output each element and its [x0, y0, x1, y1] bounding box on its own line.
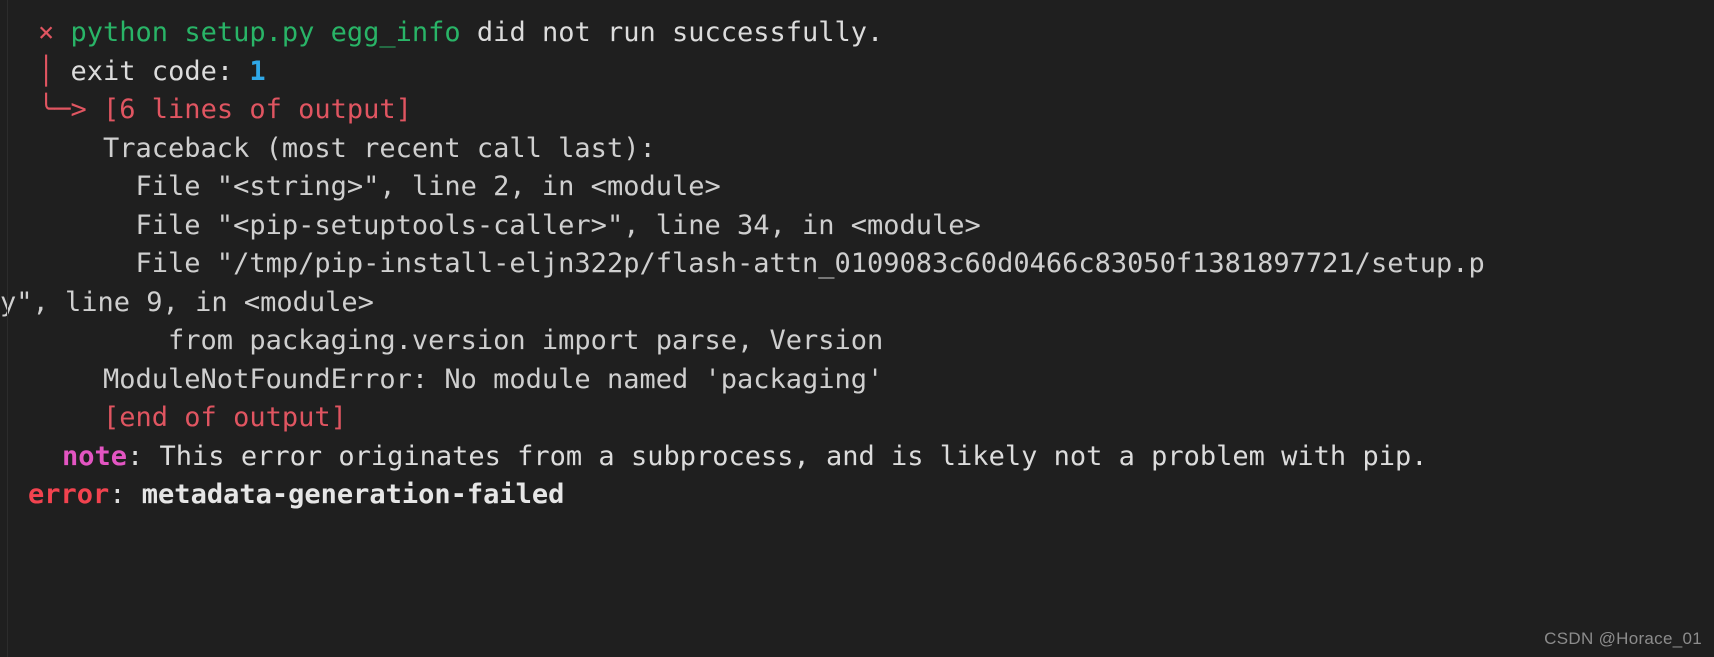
output-line-error: error: metadata-generation-failed: [0, 476, 1714, 515]
vertical-bar-icon: │: [38, 55, 55, 87]
traceback-frame-string: File "<string>", line 2, in <module>: [38, 171, 721, 202]
terminal-output-pane: × python setup.py egg_info did not run s…: [0, 0, 1714, 657]
traceback-source-line: from packaging.version import parse, Ver…: [38, 325, 884, 356]
output-line-lines-of-output: ╰─> [6 lines of output]: [0, 91, 1714, 130]
lines-of-output-label: [6 lines of output]: [103, 94, 412, 125]
end-of-output-label: [end of output]: [38, 402, 347, 433]
error-text: metadata-generation-failed: [141, 479, 565, 510]
csdn-watermark: CSDN @Horace_01: [1544, 629, 1702, 648]
failed-command-message: did not run successfully.: [460, 17, 884, 48]
error-separator: :: [109, 479, 142, 510]
exit-code-value: 1: [249, 55, 266, 87]
traceback-frame-setuptools-caller: File "<pip-setuptools-caller>", line 34,…: [38, 209, 981, 241]
output-line-note: note: This error originates from a subpr…: [0, 438, 1714, 477]
note-text: : This error originates from a subproces…: [127, 440, 1428, 472]
traceback-frame-setup-py-wrap: y", line 9, in <module>: [0, 286, 374, 318]
error-label: error: [28, 479, 110, 510]
output-line-command-failed: × python setup.py egg_info did not run s…: [0, 14, 1714, 53]
traceback-header: Traceback (most recent call last):: [38, 132, 656, 164]
traceback-exception-message: ModuleNotFoundError: No module named 'pa…: [38, 363, 884, 395]
traceback-frame-setup-py: File "/tmp/pip-install-eljn322p/flash-at…: [38, 248, 1485, 279]
corner-arrow-icon: ╰─>: [38, 94, 104, 125]
failed-command-text: python setup.py egg_info: [70, 17, 461, 48]
error-cross-icon: ×: [38, 17, 55, 48]
exit-code-label: exit code:: [70, 55, 250, 87]
output-line-exit-code: │ exit code: 1: [0, 53, 1714, 92]
note-label: note: [62, 440, 128, 472]
